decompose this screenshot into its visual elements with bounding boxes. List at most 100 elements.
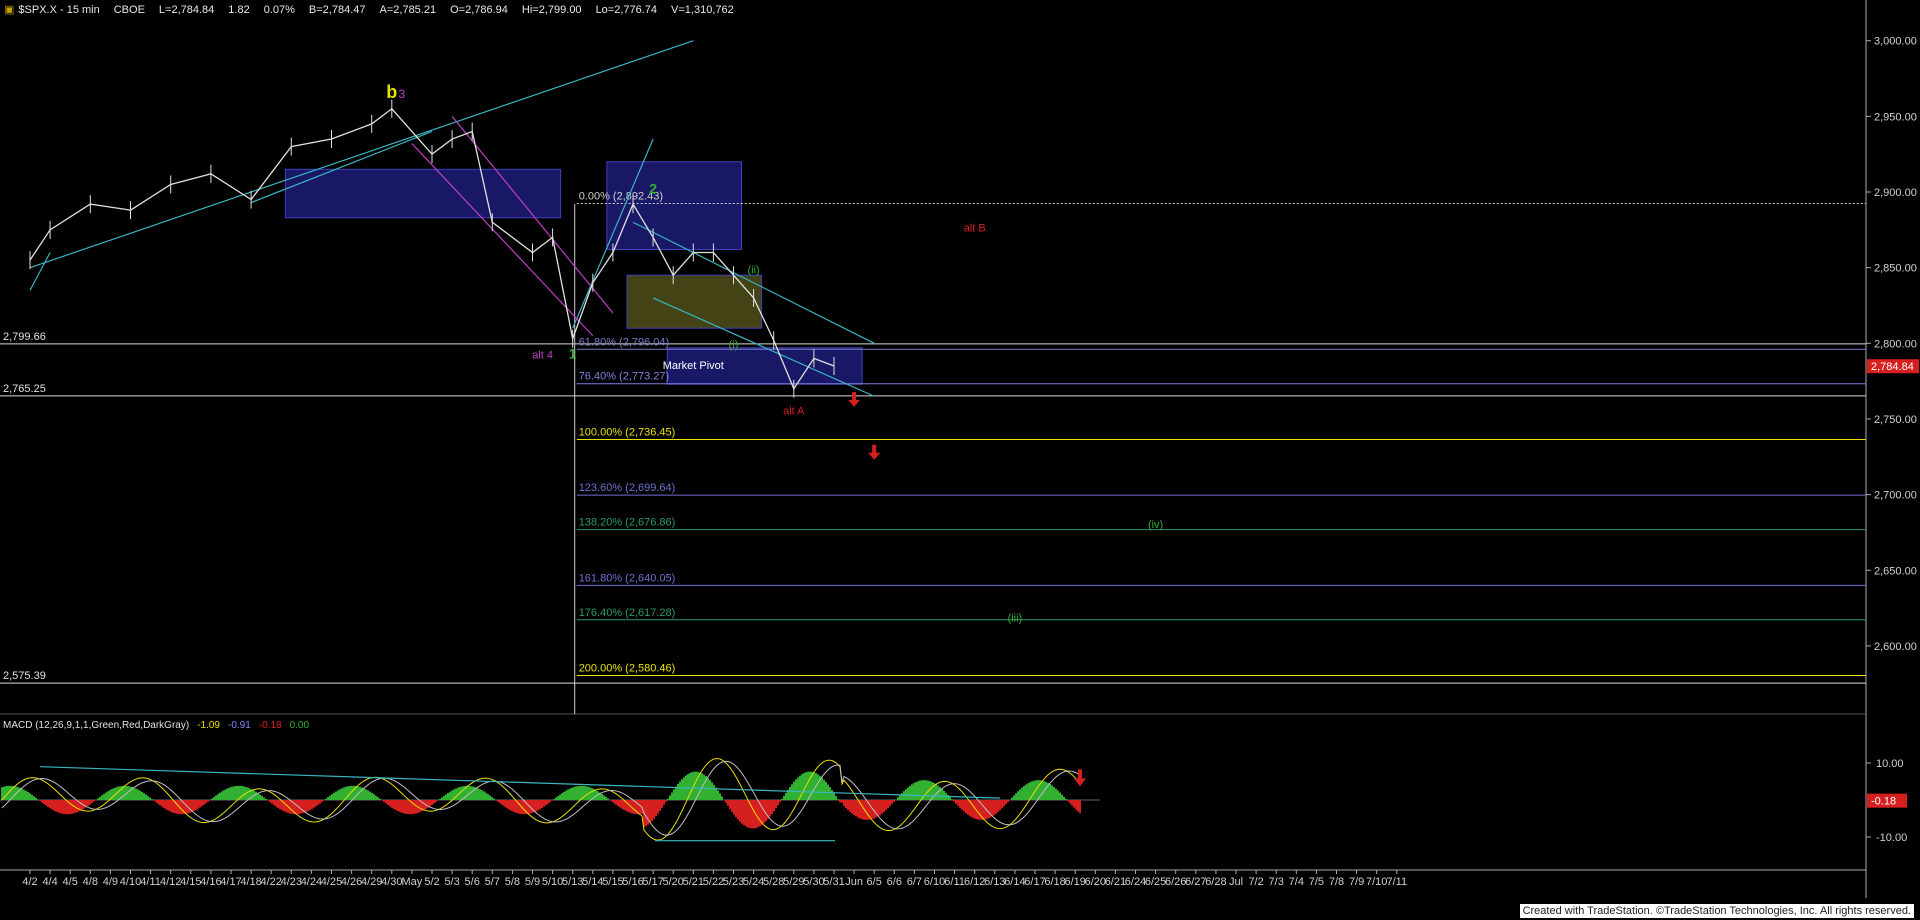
- x-tick-label: 5/15: [602, 876, 623, 888]
- annotation-5: alt B: [964, 222, 986, 234]
- x-tick-label: 4/12: [160, 876, 181, 888]
- x-tick-label: 4/2: [22, 876, 37, 888]
- x-tick-label: 5/30: [803, 876, 824, 888]
- macd-value-1: -1.09: [197, 720, 220, 731]
- annotation-9: (ii): [747, 265, 759, 277]
- macd-last-label: -0.18: [1871, 796, 1896, 808]
- symbol-icon: ▣: [4, 4, 15, 16]
- annotation-6: alt A: [783, 405, 805, 417]
- change: 1.82: [228, 4, 250, 16]
- level-label-1: 2,765.25: [3, 383, 46, 395]
- x-tick-label: 6/28: [1205, 876, 1226, 888]
- x-tick-label: 4/8: [83, 876, 98, 888]
- x-tick-label: 6/14: [1004, 876, 1025, 888]
- x-tick-label: 4/25: [321, 876, 342, 888]
- annotation-11: (iv): [1148, 519, 1163, 531]
- fib-label-2: 76.40% (2,773.27): [579, 371, 670, 383]
- x-tick-label: 4/15: [180, 876, 201, 888]
- x-tick-label: 6/18: [1044, 876, 1065, 888]
- x-tick-label: 5/10: [542, 876, 563, 888]
- fib-label-6: 161.80% (2,640.05): [579, 572, 676, 584]
- x-tick-label: 5/28: [763, 876, 784, 888]
- x-tick-label: 5/9: [525, 876, 540, 888]
- x-tick-label: 5/2: [424, 876, 439, 888]
- x-tick-label: 6/25: [1145, 876, 1166, 888]
- macd-tick-label: 10.00: [1876, 758, 1904, 770]
- x-tick-label: 5/20: [662, 876, 683, 888]
- x-tick-label: 6/27: [1185, 876, 1206, 888]
- x-tick-label: 7/10: [1366, 876, 1387, 888]
- annotation-7: Market Pivot: [663, 360, 724, 372]
- box-2-zone: [606, 161, 743, 250]
- bid: B=2,784.47: [308, 4, 366, 16]
- x-tick-label: 7/5: [1309, 876, 1324, 888]
- x-tick-label: 6/17: [1024, 876, 1045, 888]
- x-tick-label: 5/3: [444, 876, 459, 888]
- x-tick-label: 6/10: [924, 876, 945, 888]
- level-label-2: 2,575.39: [3, 670, 46, 682]
- annotation-8: (i): [729, 339, 739, 351]
- x-tick-label: 6/24: [1125, 876, 1146, 888]
- x-tick-label: 5/24: [743, 876, 764, 888]
- fib-label-3: 100.00% (2,736.45): [579, 426, 676, 438]
- level-label-0: 2,799.66: [3, 331, 46, 343]
- x-tick-label: 6/26: [1165, 876, 1186, 888]
- x-tick-label: 6/6: [887, 876, 902, 888]
- annotation-2: 2: [649, 181, 657, 197]
- x-tick-label: 4/29: [361, 876, 382, 888]
- x-tick-label: 6/20: [1085, 876, 1106, 888]
- volume: V=1,310,762: [671, 4, 734, 16]
- box-yellow-zone: [626, 274, 763, 329]
- high: Hi=2,799.00: [521, 4, 582, 16]
- y-tick-label: 2,950.00: [1874, 111, 1917, 123]
- macd-header: MACD (12,26,9,1,1,Green,Red,DarkGray) -1.…: [3, 720, 317, 731]
- y-tick-label: 2,750.00: [1874, 414, 1917, 426]
- x-tick-label: 4/9: [103, 876, 118, 888]
- macd-value-3: -0.18: [258, 720, 282, 731]
- macd-label: MACD (12,26,9,1,1,Green,Red,DarkGray): [3, 720, 190, 731]
- x-tick-label: 7/3: [1269, 876, 1284, 888]
- x-tick-label: 5/6: [465, 876, 480, 888]
- ask: A=2,785.21: [379, 4, 437, 16]
- x-tick-label: 4/24: [301, 876, 322, 888]
- annotation-1: 3: [398, 87, 405, 101]
- x-tick-label: 7/8: [1329, 876, 1344, 888]
- x-tick-label: 6/5: [867, 876, 882, 888]
- y-tick-label: 2,800.00: [1874, 338, 1917, 350]
- x-tick-label: 4/18: [240, 876, 261, 888]
- x-tick-label: 4/5: [63, 876, 78, 888]
- annotation-3: 1: [569, 345, 577, 361]
- x-tick-label: 5/13: [562, 876, 583, 888]
- fib-label-7: 176.40% (2,617.28): [579, 607, 676, 619]
- x-tick-label: 6/12: [964, 876, 985, 888]
- x-tick-label: 5/7: [485, 876, 500, 888]
- x-tick-label: 4/23: [281, 876, 302, 888]
- chart-header: ▣ $SPX.X - 15 min CBOE L=2,784.84 1.82 0.07% B…: [4, 3, 748, 16]
- x-tick-label: 4/30: [381, 876, 402, 888]
- x-tick-label: Jul: [1229, 876, 1243, 888]
- x-tick-label: 7/11: [1387, 876, 1408, 888]
- y-tick-label: 2,650.00: [1874, 565, 1917, 577]
- annotation-0: b: [386, 82, 397, 102]
- x-tick-label: 4/16: [200, 876, 221, 888]
- last-price: L=2,784.84: [158, 4, 215, 16]
- x-tick-label: 5/8: [505, 876, 520, 888]
- y-tick-label: 2,900.00: [1874, 187, 1917, 199]
- y-tick-label: 2,700.00: [1874, 490, 1917, 502]
- x-tick-label: 6/19: [1064, 876, 1085, 888]
- macd-value-2: -0.91: [227, 720, 251, 731]
- x-tick-label: 4/22: [260, 876, 281, 888]
- y-tick-label: 2,850.00: [1874, 263, 1917, 275]
- x-tick-label: 5/29: [783, 876, 804, 888]
- x-tick-label: 6/7: [907, 876, 922, 888]
- x-tick-label: 7/2: [1248, 876, 1263, 888]
- x-tick-label: 6/21: [1105, 876, 1126, 888]
- change-pct: 0.07%: [263, 4, 295, 16]
- last-price-label: 2,784.84: [1871, 361, 1914, 373]
- x-tick-label: 5/16: [622, 876, 643, 888]
- x-tick-label: May: [402, 876, 423, 888]
- x-tick-label: 6/11: [944, 876, 965, 888]
- x-tick-label: 7/9: [1349, 876, 1364, 888]
- low: Lo=2,776.74: [595, 4, 658, 16]
- x-tick-label: 7/4: [1289, 876, 1304, 888]
